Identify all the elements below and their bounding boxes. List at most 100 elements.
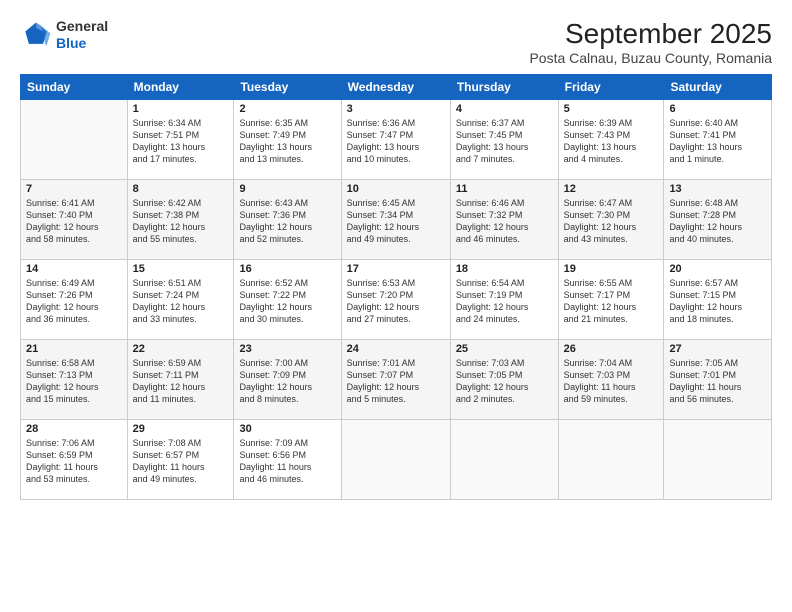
day-number: 28 — [26, 423, 122, 435]
calendar-cell: 16 Sunrise: 6:52 AM Sunset: 7:22 PM Dayli… — [234, 260, 341, 340]
day-info: Sunrise: 7:08 AM Sunset: 6:57 PM Dayligh… — [133, 437, 229, 486]
calendar-cell: 20Sunrise: 6:57 AM Sunset: 7:15 PM Dayli… — [664, 260, 772, 340]
day-number: 2 — [239, 103, 335, 115]
calendar-cell: 24 Sunrise: 7:01 AM Sunset: 7:07 PM Dayli… — [341, 340, 450, 420]
day-number: 8 — [133, 183, 229, 195]
day-number: 4 — [456, 103, 553, 115]
day-number: 6 — [669, 103, 766, 115]
page-header: General Blue September 2025 Posta Calnau… — [20, 18, 772, 66]
week-row: 1Sunrise: 6:34 AM Sunset: 7:51 PM Daylig… — [21, 100, 772, 180]
day-number: 23 — [239, 343, 335, 355]
day-number: 5 — [564, 103, 659, 115]
day-number: 30 — [239, 423, 335, 435]
day-info: Sunrise: 6:47 AM Sunset: 7:30 PM Dayligh… — [564, 197, 659, 246]
day-number: 20 — [669, 263, 766, 275]
calendar-cell: 13 Sunrise: 6:48 AM Sunset: 7:28 PM Dayli… — [664, 180, 772, 260]
day-number: 11 — [456, 183, 553, 195]
day-info: Sunrise: 7:09 AM Sunset: 6:56 PM Dayligh… — [239, 437, 335, 486]
weekday-header-monday: Monday — [127, 75, 234, 100]
weekday-header-friday: Friday — [558, 75, 664, 100]
calendar-cell: 7 Sunrise: 6:41 AM Sunset: 7:40 PM Daylig… — [21, 180, 128, 260]
week-row: 14 Sunrise: 6:49 AM Sunset: 7:26 PM Dayli… — [21, 260, 772, 340]
location: Posta Calnau, Buzau County, Romania — [529, 50, 772, 66]
calendar-cell: 11 Sunrise: 6:46 AM Sunset: 7:32 PM Dayli… — [450, 180, 558, 260]
day-info: Sunrise: 6:54 AM Sunset: 7:19 PM Dayligh… — [456, 277, 553, 326]
day-number: 22 — [133, 343, 229, 355]
weekday-header-row: SundayMondayTuesdayWednesdayThursdayFrid… — [21, 75, 772, 100]
day-info: Sunrise: 7:05 AM Sunset: 7:01 PM Dayligh… — [669, 357, 766, 406]
day-info: Sunrise: 6:52 AM Sunset: 7:22 PM Dayligh… — [239, 277, 335, 326]
calendar-cell: 23 Sunrise: 7:00 AM Sunset: 7:09 PM Dayli… — [234, 340, 341, 420]
calendar-cell — [558, 420, 664, 500]
calendar-cell: 18 Sunrise: 6:54 AM Sunset: 7:19 PM Dayli… — [450, 260, 558, 340]
day-number: 9 — [239, 183, 335, 195]
day-number: 24 — [347, 343, 445, 355]
calendar-cell: 10 Sunrise: 6:45 AM Sunset: 7:34 PM Dayli… — [341, 180, 450, 260]
weekday-header-saturday: Saturday — [664, 75, 772, 100]
title-block: September 2025 Posta Calnau, Buzau Count… — [529, 18, 772, 66]
day-number: 7 — [26, 183, 122, 195]
calendar-cell: 25 Sunrise: 7:03 AM Sunset: 7:05 PM Dayli… — [450, 340, 558, 420]
calendar-cell: 22 Sunrise: 6:59 AM Sunset: 7:11 PM Dayli… — [127, 340, 234, 420]
day-number: 26 — [564, 343, 659, 355]
day-number: 19 — [564, 263, 659, 275]
calendar-cell: 17 Sunrise: 6:53 AM Sunset: 7:20 PM Dayli… — [341, 260, 450, 340]
day-number: 3 — [347, 103, 445, 115]
day-info: Sunrise: 6:40 AM Sunset: 7:41 PM Dayligh… — [669, 117, 766, 166]
calendar-cell: 12 Sunrise: 6:47 AM Sunset: 7:30 PM Dayli… — [558, 180, 664, 260]
day-number: 10 — [347, 183, 445, 195]
weekday-header-sunday: Sunday — [21, 75, 128, 100]
day-number: 14 — [26, 263, 122, 275]
day-number: 17 — [347, 263, 445, 275]
day-number: 18 — [456, 263, 553, 275]
calendar-cell: 28Sunrise: 7:06 AM Sunset: 6:59 PM Dayli… — [21, 420, 128, 500]
day-info: Sunrise: 6:37 AM Sunset: 7:45 PM Dayligh… — [456, 117, 553, 166]
day-info: Sunrise: 6:35 AM Sunset: 7:49 PM Dayligh… — [239, 117, 335, 166]
day-info: Sunrise: 7:01 AM Sunset: 7:07 PM Dayligh… — [347, 357, 445, 406]
day-info: Sunrise: 7:03 AM Sunset: 7:05 PM Dayligh… — [456, 357, 553, 406]
calendar-cell: 15 Sunrise: 6:51 AM Sunset: 7:24 PM Dayli… — [127, 260, 234, 340]
calendar-cell: 27Sunrise: 7:05 AM Sunset: 7:01 PM Dayli… — [664, 340, 772, 420]
calendar-cell: 6 Sunrise: 6:40 AM Sunset: 7:41 PM Daylig… — [664, 100, 772, 180]
day-info: Sunrise: 6:59 AM Sunset: 7:11 PM Dayligh… — [133, 357, 229, 406]
day-number: 15 — [133, 263, 229, 275]
day-number: 25 — [456, 343, 553, 355]
day-info: Sunrise: 6:58 AM Sunset: 7:13 PM Dayligh… — [26, 357, 122, 406]
day-number: 1 — [133, 103, 229, 115]
day-info: Sunrise: 7:04 AM Sunset: 7:03 PM Dayligh… — [564, 357, 659, 406]
week-row: 7 Sunrise: 6:41 AM Sunset: 7:40 PM Daylig… — [21, 180, 772, 260]
week-row: 21 Sunrise: 6:58 AM Sunset: 7:13 PM Dayli… — [21, 340, 772, 420]
calendar-cell: 2 Sunrise: 6:35 AM Sunset: 7:49 PM Daylig… — [234, 100, 341, 180]
calendar-cell: 14 Sunrise: 6:49 AM Sunset: 7:26 PM Dayli… — [21, 260, 128, 340]
logo-text: General Blue — [56, 18, 108, 52]
calendar-cell: 19 Sunrise: 6:55 AM Sunset: 7:17 PM Dayli… — [558, 260, 664, 340]
calendar-cell — [341, 420, 450, 500]
day-info: Sunrise: 6:53 AM Sunset: 7:20 PM Dayligh… — [347, 277, 445, 326]
day-info: Sunrise: 6:45 AM Sunset: 7:34 PM Dayligh… — [347, 197, 445, 246]
logo-icon — [20, 19, 52, 51]
weekday-header-tuesday: Tuesday — [234, 75, 341, 100]
calendar-cell — [21, 100, 128, 180]
day-info: Sunrise: 6:49 AM Sunset: 7:26 PM Dayligh… — [26, 277, 122, 326]
day-number: 13 — [669, 183, 766, 195]
day-info: Sunrise: 6:43 AM Sunset: 7:36 PM Dayligh… — [239, 197, 335, 246]
calendar-cell: 4 Sunrise: 6:37 AM Sunset: 7:45 PM Daylig… — [450, 100, 558, 180]
day-info: Sunrise: 6:51 AM Sunset: 7:24 PM Dayligh… — [133, 277, 229, 326]
day-number: 16 — [239, 263, 335, 275]
day-info: Sunrise: 6:42 AM Sunset: 7:38 PM Dayligh… — [133, 197, 229, 246]
calendar-cell: 8 Sunrise: 6:42 AM Sunset: 7:38 PM Daylig… — [127, 180, 234, 260]
day-number: 12 — [564, 183, 659, 195]
weekday-header-wednesday: Wednesday — [341, 75, 450, 100]
calendar-cell — [664, 420, 772, 500]
day-number: 21 — [26, 343, 122, 355]
day-info: Sunrise: 6:36 AM Sunset: 7:47 PM Dayligh… — [347, 117, 445, 166]
week-row: 28Sunrise: 7:06 AM Sunset: 6:59 PM Dayli… — [21, 420, 772, 500]
day-info: Sunrise: 6:48 AM Sunset: 7:28 PM Dayligh… — [669, 197, 766, 246]
day-info: Sunrise: 6:55 AM Sunset: 7:17 PM Dayligh… — [564, 277, 659, 326]
day-info: Sunrise: 6:46 AM Sunset: 7:32 PM Dayligh… — [456, 197, 553, 246]
calendar-cell: 30 Sunrise: 7:09 AM Sunset: 6:56 PM Dayli… — [234, 420, 341, 500]
calendar-cell: 26 Sunrise: 7:04 AM Sunset: 7:03 PM Dayli… — [558, 340, 664, 420]
day-info: Sunrise: 6:41 AM Sunset: 7:40 PM Dayligh… — [26, 197, 122, 246]
calendar-cell: 5Sunrise: 6:39 AM Sunset: 7:43 PM Daylig… — [558, 100, 664, 180]
day-info: Sunrise: 7:00 AM Sunset: 7:09 PM Dayligh… — [239, 357, 335, 406]
